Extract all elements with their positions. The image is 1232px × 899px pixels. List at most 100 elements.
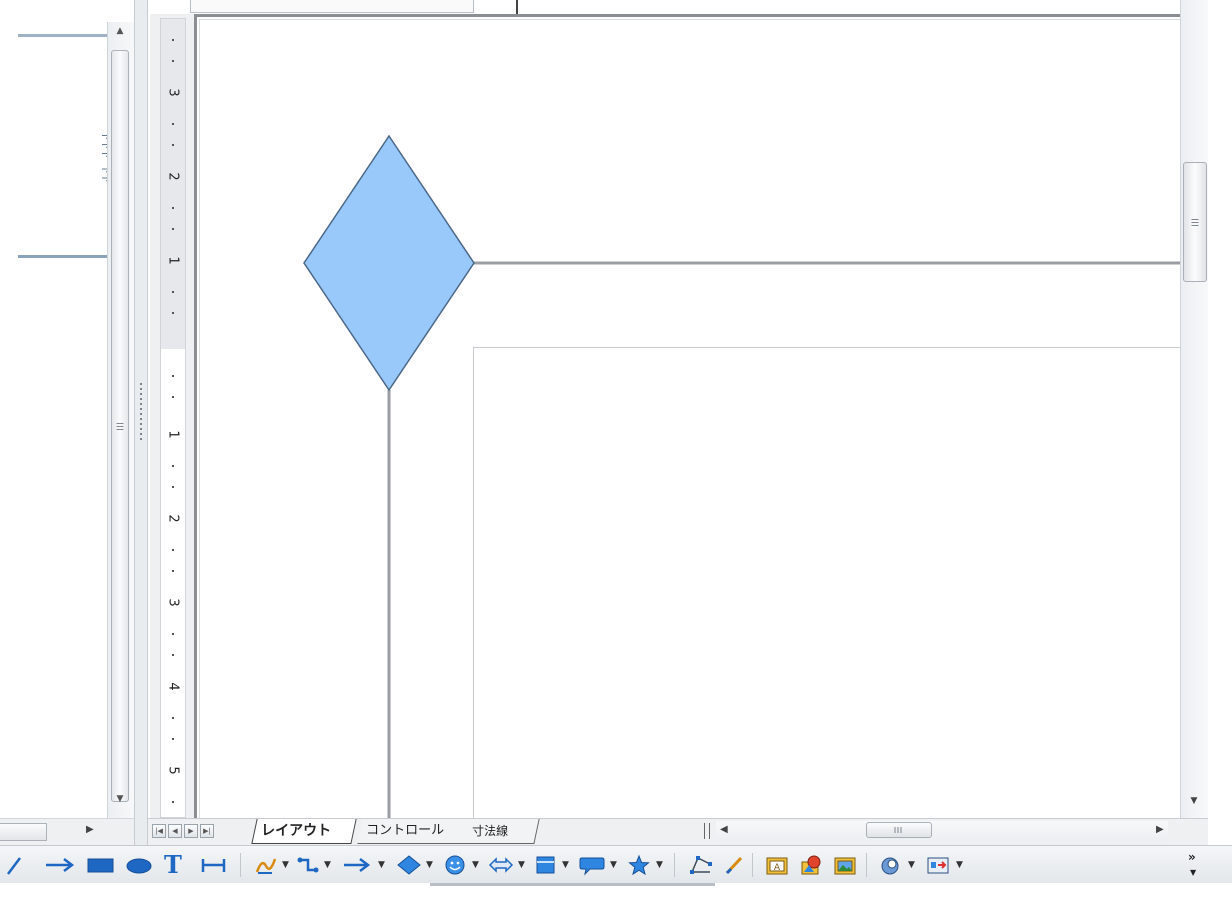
tab-layout[interactable]: レイアウト: [251, 819, 357, 844]
toolbar-separator: [674, 853, 675, 877]
scroll-down-icon[interactable]: ▼: [1180, 796, 1208, 806]
layer-tab-bar: |◀ ◀ ▶ ▶| レイアウト コントロール 寸法線 ◀ ▶: [148, 818, 1208, 845]
drawing-toolbar: T ▼ ▼ ▼ ▼ ▼ ▼ ▼ ▼ ▼ A ▼ ▼ » ▼: [0, 845, 1232, 883]
ruler-tick: [172, 633, 174, 635]
slide-pane-hscroll-thumb[interactable]: [0, 823, 47, 841]
scroll-down-icon[interactable]: ▼: [109, 794, 131, 804]
ruler-tick: [172, 549, 174, 551]
arrow-line-icon[interactable]: [44, 854, 76, 876]
scroll-left-icon[interactable]: ◀: [720, 824, 728, 835]
chevron-down-icon[interactable]: ▼: [518, 854, 525, 876]
symbol-shapes-icon[interactable]: [442, 854, 468, 876]
status-strip: [430, 883, 715, 886]
ellipse-icon[interactable]: [124, 854, 154, 876]
svg-text:A: A: [774, 863, 781, 873]
next-tab-icon[interactable]: ▶: [184, 824, 198, 838]
chevron-down-icon[interactable]: ▼: [656, 854, 663, 876]
scroll-up-icon[interactable]: ▲: [109, 26, 131, 36]
tab-controls[interactable]: コントロール: [357, 819, 480, 844]
ruler-tick: [172, 207, 174, 209]
canvas-horizontal-scrollbar[interactable]: ◀ ▶: [716, 821, 1168, 841]
chevron-down-icon[interactable]: ▼: [956, 854, 963, 876]
window-edge: [1208, 0, 1232, 845]
vertical-ruler[interactable]: 3 2 1 1 2 3 4 5: [150, 14, 194, 818]
ruler-number: 3: [165, 88, 181, 97]
fontwork-icon[interactable]: A: [764, 854, 790, 876]
slide-pane-horizontal-scrollbar[interactable]: ▶: [0, 818, 134, 845]
basic-shapes-icon[interactable]: [396, 854, 422, 876]
ruler-tick: [172, 717, 174, 719]
toolbar-separator: [752, 853, 753, 877]
previous-tab-icon[interactable]: ◀: [168, 824, 182, 838]
last-tab-icon[interactable]: ▶|: [200, 824, 214, 838]
block-arrows-icon[interactable]: [488, 854, 514, 876]
from-file-icon[interactable]: [798, 854, 824, 876]
ruler-tick: [172, 39, 174, 41]
chevron-down-icon[interactable]: ▼: [610, 854, 617, 876]
ruler-tick: [172, 570, 174, 572]
tab-dimension-lines[interactable]: 寸法線: [463, 819, 540, 844]
ruler-tick: [172, 738, 174, 740]
text-icon[interactable]: T: [164, 853, 186, 877]
callouts-icon[interactable]: [578, 854, 606, 876]
ruler-tick: [172, 396, 174, 398]
scroll-right-icon[interactable]: ▶: [86, 824, 94, 835]
ruler-tick: [172, 60, 174, 62]
arrow-shapes-icon[interactable]: [342, 854, 372, 876]
slide-pane-scroll-thumb[interactable]: [111, 50, 129, 802]
ruler-tick: [172, 486, 174, 488]
chevron-down-icon[interactable]: ▼: [282, 854, 289, 876]
top-field: [190, 0, 474, 13]
grip-icon: [894, 827, 904, 833]
chevron-down-icon[interactable]: ▼: [1190, 868, 1196, 877]
grip-icon: [116, 422, 124, 430]
canvas-hscroll-thumb[interactable]: [866, 822, 932, 838]
toolbar-overflow-icon[interactable]: »: [1188, 850, 1196, 864]
ruler-number: 2: [165, 514, 181, 523]
top-strip: [148, 0, 1180, 22]
chevron-down-icon[interactable]: ▼: [472, 854, 479, 876]
toolbar-separator: [866, 853, 867, 877]
tab-splitter[interactable]: [704, 823, 710, 839]
slide-thumbnail-border: [18, 255, 108, 258]
ruler-tick: [172, 123, 174, 125]
ruler-tick: [172, 228, 174, 230]
extrusion-icon[interactable]: [878, 854, 904, 876]
chevron-down-icon[interactable]: ▼: [426, 854, 433, 876]
chevron-down-icon[interactable]: ▼: [378, 854, 385, 876]
ruler-tick: [172, 291, 174, 293]
canvas-vertical-scrollbar[interactable]: [1180, 0, 1209, 818]
dimension-line-icon[interactable]: [200, 854, 228, 876]
placeholder-frame[interactable]: [473, 347, 1180, 818]
interaction-icon[interactable]: [926, 854, 950, 876]
ruler-number: 1: [165, 430, 181, 439]
first-tab-icon[interactable]: |◀: [152, 824, 166, 838]
chevron-down-icon[interactable]: ▼: [324, 854, 331, 876]
canvas-scroll-thumb[interactable]: [1183, 162, 1207, 282]
ruler-tick: [172, 654, 174, 656]
ruler-tick: [172, 801, 174, 803]
slide-pane: ﾄﾄﾄ ﾄﾄ ▲ ▼ ▶: [0, 0, 146, 845]
flowchart-icon[interactable]: [534, 854, 558, 876]
ruler-tick: [172, 375, 174, 377]
stars-icon[interactable]: [626, 854, 652, 876]
chevron-down-icon[interactable]: ▼: [562, 854, 569, 876]
scroll-right-icon[interactable]: ▶: [1156, 824, 1164, 835]
ruler-number: 5: [165, 766, 181, 775]
ruler-number: 4: [165, 682, 181, 691]
connector-icon[interactable]: [296, 854, 320, 876]
points-icon[interactable]: [688, 854, 714, 876]
ruler-number: 2: [165, 172, 181, 181]
rectangle-icon[interactable]: [86, 854, 116, 876]
curve-icon[interactable]: [254, 854, 278, 876]
line-icon[interactable]: [6, 854, 24, 876]
ruler-number: 3: [165, 598, 181, 607]
pane-splitter[interactable]: [134, 0, 148, 845]
glue-points-icon[interactable]: [722, 854, 746, 876]
toolbar-separator: [240, 853, 241, 877]
splitter-grip-icon: [140, 380, 142, 440]
slide-pane-vertical-scrollbar[interactable]: ▲ ▼: [107, 22, 134, 818]
slide-thumbnail-border: [18, 34, 108, 37]
chevron-down-icon[interactable]: ▼: [908, 854, 915, 876]
gallery-icon[interactable]: [832, 854, 858, 876]
